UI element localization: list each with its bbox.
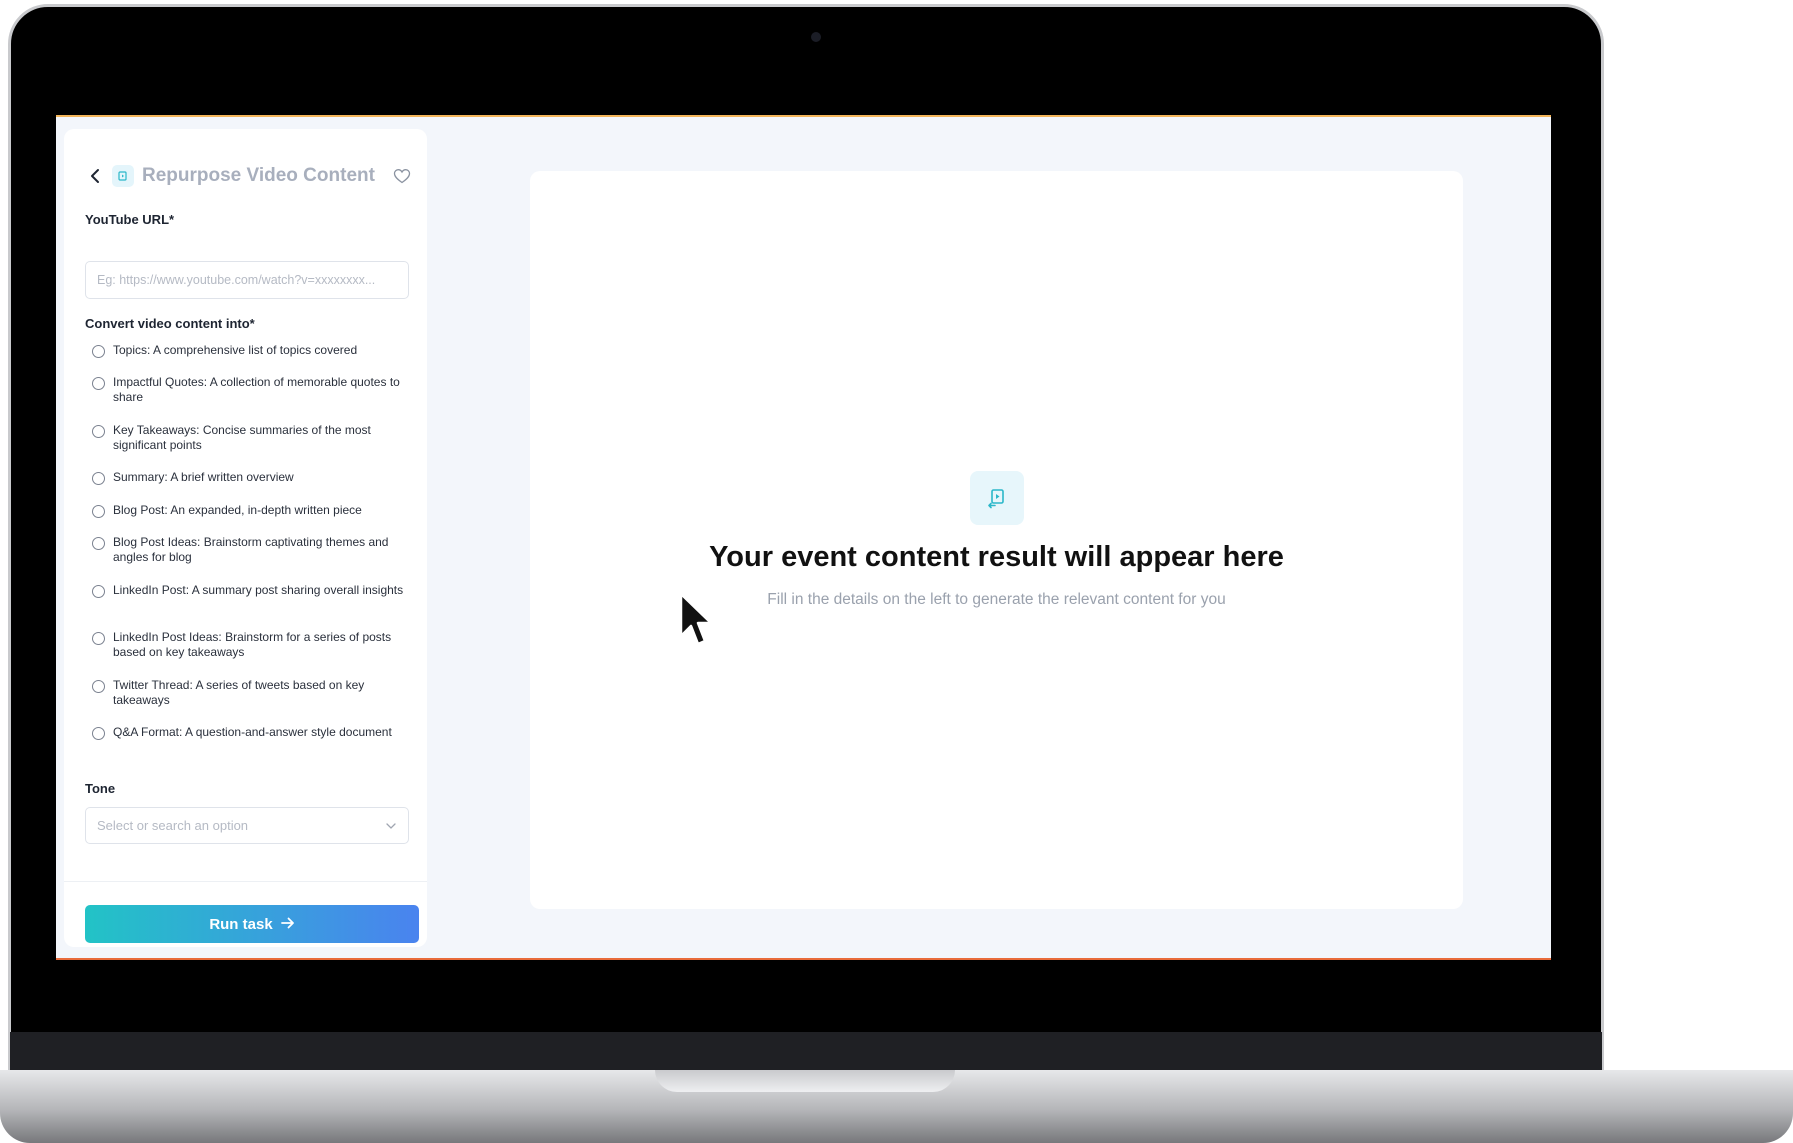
radio-button[interactable] <box>92 727 105 740</box>
result-card: Your event content result will appear he… <box>530 171 1463 909</box>
radio-button[interactable] <box>92 537 105 550</box>
tone-placeholder: Select or search an option <box>97 818 249 833</box>
camera-icon <box>811 32 821 42</box>
heart-icon[interactable] <box>390 164 414 188</box>
laptop-notch <box>655 1070 955 1092</box>
option-blog-post-ideas[interactable]: Blog Post Ideas: Brainstorm captivating … <box>92 535 412 565</box>
option-linkedin-post[interactable]: LinkedIn Post: A summary post sharing ov… <box>92 583 412 598</box>
option-summary[interactable]: Summary: A brief written overview <box>92 470 412 485</box>
option-label: Q&A Format: A question-and-answer style … <box>113 725 392 739</box>
laptop-chin <box>10 1032 1602 1074</box>
convert-label: Convert video content into* <box>85 316 255 331</box>
option-key-takeaways[interactable]: Key Takeaways: Concise summaries of the … <box>92 423 412 453</box>
result-title: Your event content result will appear he… <box>709 541 1284 573</box>
mouse-cursor-icon <box>679 592 713 646</box>
option-label: Summary: A brief written overview <box>113 470 294 484</box>
radio-button[interactable] <box>92 585 105 598</box>
radio-button[interactable] <box>92 632 105 645</box>
youtube-url-label: YouTube URL* <box>85 212 175 227</box>
repurpose-icon <box>112 165 134 187</box>
option-blog-post[interactable]: Blog Post: An expanded, in-depth written… <box>92 503 412 518</box>
footer-divider <box>64 881 427 882</box>
result-subtitle: Fill in the details on the left to gener… <box>767 591 1226 608</box>
radio-button[interactable] <box>92 505 105 518</box>
option-label: Twitter Thread: A series of tweets based… <box>113 678 365 707</box>
youtube-url-input[interactable]: Eg: https://www.youtube.com/watch?v=xxxx… <box>85 261 409 299</box>
app-screen: Repurpose Video Content YouTube URL* Eg:… <box>56 115 1551 960</box>
option-label: Topics: A comprehensive list of topics c… <box>113 343 358 357</box>
back-arrow-icon[interactable] <box>84 165 106 187</box>
task-form-panel: Repurpose Video Content YouTube URL* Eg:… <box>64 129 427 947</box>
radio-button[interactable] <box>92 425 105 438</box>
option-topics[interactable]: Topics: A comprehensive list of topics c… <box>92 343 412 358</box>
radio-button[interactable] <box>92 377 105 390</box>
radio-button[interactable] <box>92 680 105 693</box>
option-label: Blog Post Ideas: Brainstorm captivating … <box>113 535 389 564</box>
option-label: LinkedIn Post Ideas: Brainstorm for a se… <box>113 630 392 659</box>
radio-button[interactable] <box>92 472 105 485</box>
option-qa-format[interactable]: Q&A Format: A question-and-answer style … <box>92 725 412 740</box>
tone-label: Tone <box>85 781 116 796</box>
option-label: Impactful Quotes: A collection of memora… <box>113 375 400 404</box>
arrow-right-icon <box>280 916 295 933</box>
option-twitter-thread[interactable]: Twitter Thread: A series of tweets based… <box>92 678 412 708</box>
tone-select[interactable]: Select or search an option <box>85 807 409 844</box>
option-label: LinkedIn Post: A summary post sharing ov… <box>113 583 404 597</box>
option-label: Key Takeaways: Concise summaries of the … <box>113 423 371 452</box>
option-linkedin-post-ideas[interactable]: LinkedIn Post Ideas: Brainstorm for a se… <box>92 630 412 660</box>
option-impactful-quotes[interactable]: Impactful Quotes: A collection of memora… <box>92 375 412 405</box>
run-task-button[interactable]: Run task <box>85 905 419 943</box>
page-title: Repurpose Video Content <box>142 165 375 186</box>
laptop-base <box>0 1070 1793 1143</box>
repurpose-result-icon <box>970 471 1024 525</box>
run-task-label: Run task <box>209 915 273 933</box>
youtube-url-placeholder: Eg: https://www.youtube.com/watch?v=xxxx… <box>97 273 376 287</box>
radio-button[interactable] <box>92 345 105 358</box>
chevron-down-icon <box>385 818 397 833</box>
panel-header: Repurpose Video Content <box>84 159 414 193</box>
option-label: Blog Post: An expanded, in-depth written… <box>113 503 362 517</box>
